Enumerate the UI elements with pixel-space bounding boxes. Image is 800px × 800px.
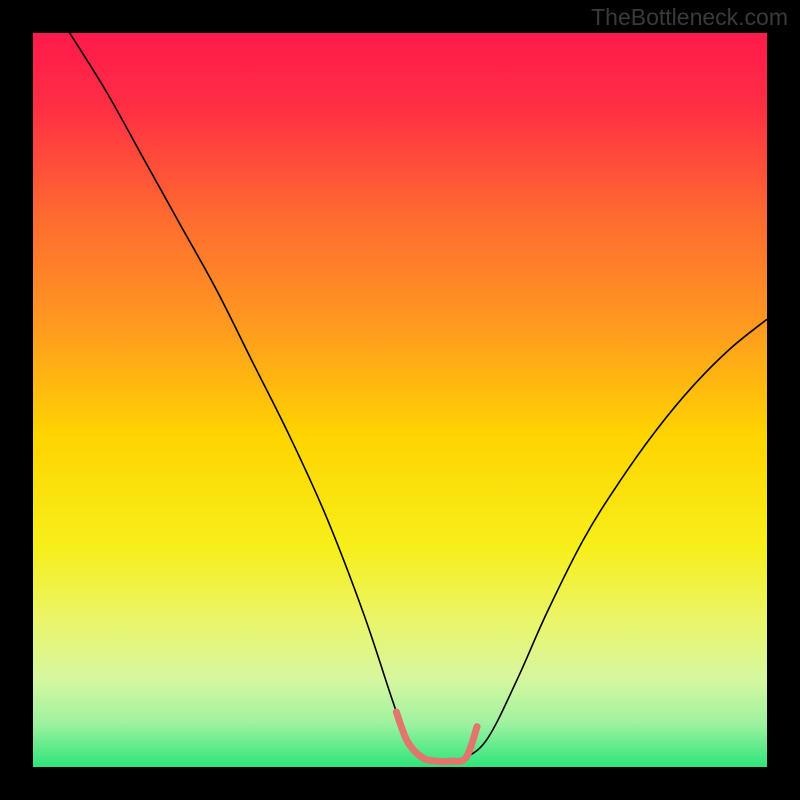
plot-area: [33, 33, 767, 767]
chart-frame: TheBottleneck.com: [0, 0, 800, 800]
gradient-background: [33, 33, 767, 767]
bottleneck-chart: [33, 33, 767, 767]
watermark-text: TheBottleneck.com: [591, 4, 788, 31]
